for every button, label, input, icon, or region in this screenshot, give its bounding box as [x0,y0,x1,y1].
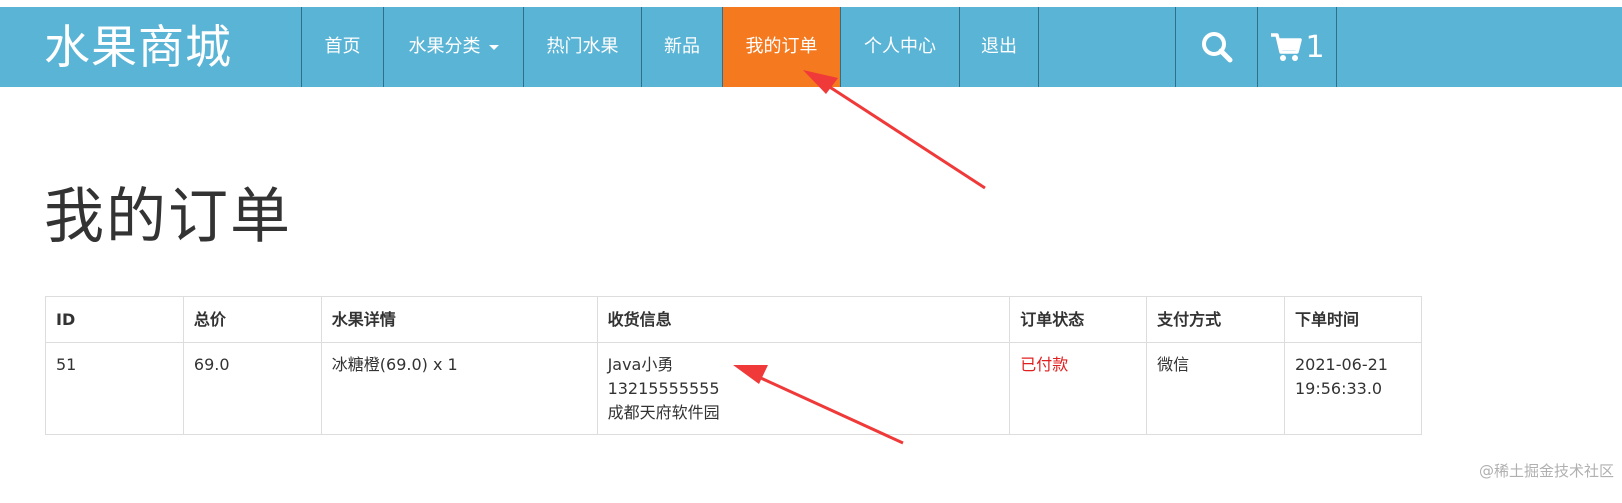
cell-status: 已付款 [1009,342,1148,435]
top-navbar: 水果商城 首页 水果分类 热门水果 新品 我的订单 个人中心 退出 1 [0,7,1622,87]
recipient-phone: 13215555555 [607,379,720,398]
col-header-status: 订单状态 [1009,296,1148,343]
cell-payment: 微信 [1146,342,1285,435]
search-button[interactable] [1175,7,1257,87]
cell-id: 51 [45,342,184,435]
orders-table: ID 总价 水果详情 收货信息 订单状态 支付方式 下单时间 51 69.0 冰… [45,296,1423,435]
order-date: 2021-06-21 [1294,355,1388,374]
caret-down-icon [488,44,499,50]
cell-items: 冰糖橙(69.0) x 1 [320,342,598,435]
nav-item-home[interactable]: 首页 [301,7,383,87]
col-header-shipping: 收货信息 [596,296,1011,343]
cell-date: 2021-06-21 19:56:33.0 [1283,342,1423,435]
recipient-address: 成都天府软件园 [607,403,720,422]
arrow-to-my-orders [803,70,986,190]
order-time: 19:56:33.0 [1294,379,1383,398]
table-row: 51 69.0 冰糖橙(69.0) x 1 Java小勇 13215555555… [45,342,1423,435]
cart-button[interactable]: 1 [1257,7,1337,87]
recipient-name: Java小勇 [607,355,674,374]
cell-total: 69.0 [182,342,322,435]
col-header-id: ID [45,296,184,343]
nav-item-logout[interactable]: 退出 [959,7,1039,87]
col-header-date: 下单时间 [1283,296,1423,343]
cart-icon [1271,33,1303,61]
col-header-items: 水果详情 [320,296,598,343]
nav-item-new[interactable]: 新品 [641,7,722,87]
nav-item-profile[interactable]: 个人中心 [840,7,959,87]
col-header-payment: 支付方式 [1146,296,1285,343]
main-nav: 首页 水果分类 热门水果 新品 我的订单 个人中心 退出 [301,7,1039,87]
cell-shipping: Java小勇 13215555555 成都天府软件园 [596,342,1011,435]
nav-item-my-orders[interactable]: 我的订单 [722,7,840,87]
nav-actions: 1 [1175,7,1337,87]
nav-item-fruit-category[interactable]: 水果分类 [383,7,523,87]
nav-item-hot-fruit[interactable]: 热门水果 [523,7,641,87]
col-header-total: 总价 [182,296,322,343]
page-title: 我的订单 [44,182,292,252]
watermark: @稀土掘金技术社区 [1478,462,1614,480]
table-header-row: ID 总价 水果详情 收货信息 订单状态 支付方式 下单时间 [45,296,1423,343]
search-icon [1201,32,1232,63]
cart-count-badge: 1 [1305,29,1325,65]
site-brand[interactable]: 水果商城 [44,7,232,87]
nav-item-fruit-category-label: 水果分类 [408,36,481,57]
